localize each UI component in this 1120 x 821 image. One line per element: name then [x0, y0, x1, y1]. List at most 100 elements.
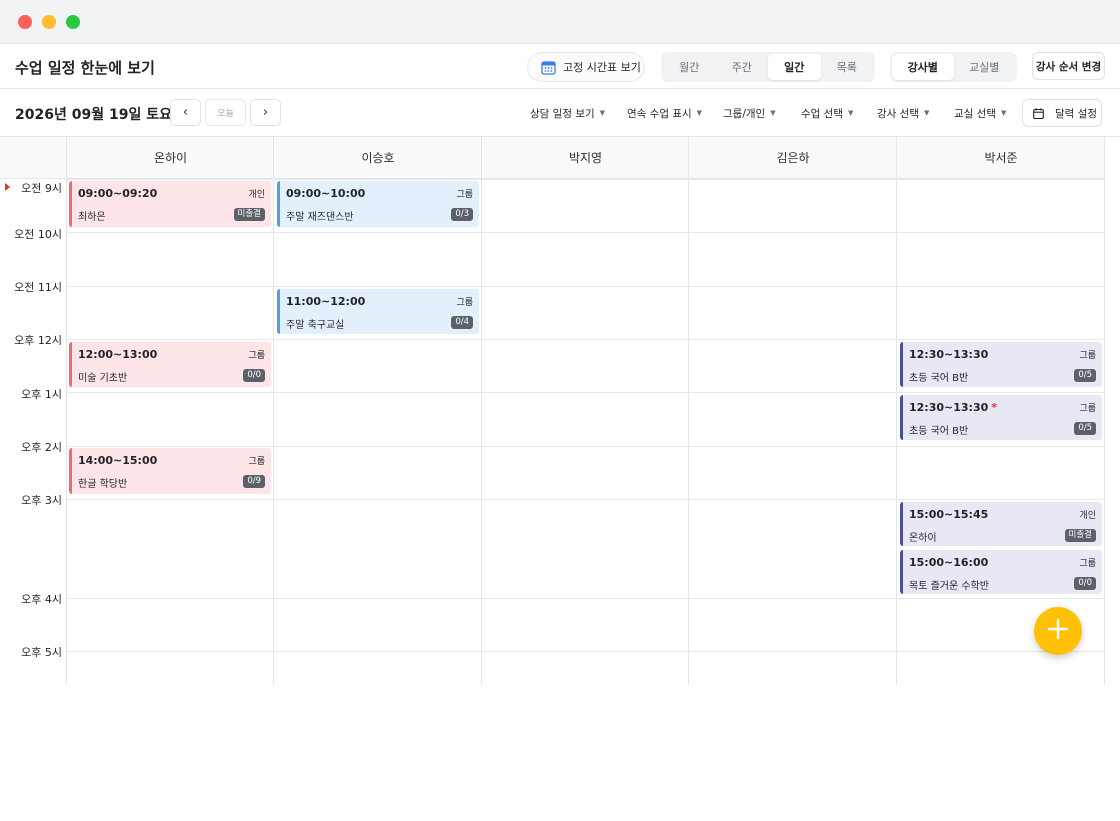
schedule-event[interactable]: 11:00~12:00 그룹 주말 축구교실 0/4 [277, 289, 479, 334]
event-time: 09:00~09:20 [78, 187, 158, 200]
schedule-event[interactable]: 12:00~13:00 그룹 미술 기초반 0/0 [69, 342, 271, 387]
hour-line [67, 286, 1105, 287]
time-column-header [0, 137, 67, 179]
next-day-button[interactable]: › [250, 99, 281, 126]
today-button[interactable]: 오늘 [205, 99, 246, 126]
event-title: 초등 국어 B반 [909, 373, 969, 384]
event-color-bar [900, 550, 903, 594]
filter-label: 상담 일정 보기 [530, 108, 595, 120]
maximize-window-dot[interactable] [66, 15, 80, 29]
plus-icon [1047, 618, 1069, 644]
caret-down-icon: ▼ [770, 109, 776, 117]
event-time: 12:30~13:30 * [909, 401, 997, 414]
time-label: 오후 12시 [14, 334, 62, 347]
caret-down-icon: ▼ [696, 109, 703, 117]
close-window-dot[interactable] [18, 15, 32, 29]
minimize-window-dot[interactable] [42, 15, 56, 29]
reorder-instructors-button[interactable]: 강사 순서 변경 [1032, 52, 1105, 80]
column-divider [1104, 137, 1105, 685]
event-badge: 미출결 [233, 208, 265, 221]
filter-label: 교실 선택 [954, 108, 996, 120]
tab-list[interactable]: 목록 [821, 54, 874, 80]
schedule-event[interactable]: 09:00~10:00 그룹 주말 재즈댄스반 0/3 [277, 181, 479, 227]
schedule-event[interactable]: 14:00~15:00 그룹 한글 학당반 0/9 [69, 448, 271, 494]
column-header-instructor: 이승호 [274, 137, 482, 179]
holiday-settings-button[interactable]: 달력 설정 [1022, 99, 1102, 127]
event-color-bar [69, 448, 72, 494]
time-label: 오후 2시 [21, 441, 62, 454]
chevron-left-icon: ‹ [182, 105, 189, 120]
event-type: 그룹 [456, 298, 473, 308]
page-title: 수업 일정 한눈에 보기 [15, 59, 155, 77]
hour-line [67, 339, 1105, 340]
event-color-bar [277, 289, 280, 334]
event-time: 12:30~13:30 [909, 348, 989, 361]
filter-label: 연속 수업 표시 [627, 108, 692, 120]
filter-label: 그룹/개인 [723, 108, 766, 120]
tab-daily[interactable]: 일간 [768, 54, 821, 80]
filter-label: 강사 선택 [877, 108, 919, 120]
schedule-event[interactable]: 09:00~09:20 개인 최하은 미출결 [69, 181, 271, 227]
column-header-instructor: 박지영 [482, 137, 689, 179]
grouping-tabs: 강사별 교실별 [890, 52, 1017, 82]
filter-instructor[interactable]: 강사 선택 ▼ [877, 106, 929, 121]
conflict-marker: * [991, 401, 998, 414]
add-schedule-button[interactable] [1034, 607, 1082, 655]
event-title: 미술 기초반 [78, 373, 128, 384]
prev-day-button[interactable]: ‹ [170, 99, 201, 126]
tab-monthly[interactable]: 월간 [663, 54, 716, 80]
fixed-timetable-label: 고정 시간표 보기 [563, 61, 641, 74]
hour-line [67, 499, 1105, 500]
event-title: 주말 재즈댄스반 [286, 212, 354, 223]
time-label: 오후 1시 [21, 388, 62, 401]
tab-weekly[interactable]: 주간 [716, 54, 769, 80]
time-label: 오전 10시 [14, 228, 62, 241]
column-divider [896, 137, 897, 685]
filter-consultation[interactable]: 상담 일정 보기 ▼ [530, 106, 605, 121]
event-time: 15:00~15:45 [909, 508, 989, 521]
event-type: 그룹 [248, 351, 265, 361]
filter-group-individual[interactable]: 그룹/개인 ▼ [723, 106, 776, 121]
column-divider [688, 137, 689, 685]
schedule-grid: 온하이 이승호 박지영 김은하 박서준 오전 9시 오전 10시 오전 11시 … [0, 136, 1120, 685]
event-type: 그룹 [456, 190, 473, 200]
schedule-event[interactable]: 12:30~13:30 그룹 초등 국어 B반 0/5 [900, 342, 1102, 387]
event-type: 그룹 [248, 457, 265, 467]
event-time: 09:00~10:00 [286, 187, 366, 200]
filter-class[interactable]: 수업 선택 ▼ [801, 106, 853, 121]
event-type: 그룹 [1079, 404, 1096, 414]
event-badge: 0/9 [243, 475, 265, 488]
fixed-timetable-button[interactable]: 고정 시간표 보기 [527, 52, 645, 82]
caret-down-icon: ▼ [923, 109, 930, 117]
schedule-event[interactable]: 15:00~16:00 그룹 목토 즐거운 수학반 0/0 [900, 550, 1102, 594]
column-header-instructor: 김은하 [689, 137, 897, 179]
event-title: 초등 국어 B반 [909, 426, 969, 437]
tab-by-instructor[interactable]: 강사별 [892, 54, 954, 80]
event-badge: 0/5 [1074, 422, 1096, 435]
hour-line [67, 392, 1105, 393]
hour-line [67, 232, 1105, 233]
filter-continuous[interactable]: 연속 수업 표시 ▼ [627, 106, 702, 121]
holiday-settings-label: 달력 설정 [1055, 107, 1097, 120]
hour-line [67, 651, 1105, 652]
event-title: 온하이 [909, 533, 937, 544]
current-date: 2026년 09월 19일 토요일 [15, 107, 185, 123]
event-color-bar [900, 502, 903, 546]
caret-down-icon: ▼ [1000, 109, 1007, 117]
column-header-instructor: 박서준 [897, 137, 1105, 179]
time-label: 오전 9시 [21, 182, 62, 195]
tab-by-classroom[interactable]: 교실별 [954, 54, 1016, 80]
event-time: 14:00~15:00 [78, 454, 158, 467]
hour-line [67, 179, 1105, 180]
calendar-icon [1033, 107, 1044, 119]
filter-classroom[interactable]: 교실 선택 ▼ [954, 106, 1006, 121]
schedule-event[interactable]: 12:30~13:30 * 그룹 초등 국어 B반 0/5 [900, 395, 1102, 440]
event-badge: 0/3 [451, 208, 473, 221]
column-divider [273, 137, 274, 685]
event-color-bar [900, 342, 903, 387]
caret-down-icon: ▼ [847, 109, 854, 117]
event-time: 12:00~13:00 [78, 348, 158, 361]
schedule-event[interactable]: 15:00~15:45 개인 온하이 미출결 [900, 502, 1102, 546]
event-color-bar [69, 181, 72, 227]
time-label: 오후 4시 [21, 593, 62, 606]
